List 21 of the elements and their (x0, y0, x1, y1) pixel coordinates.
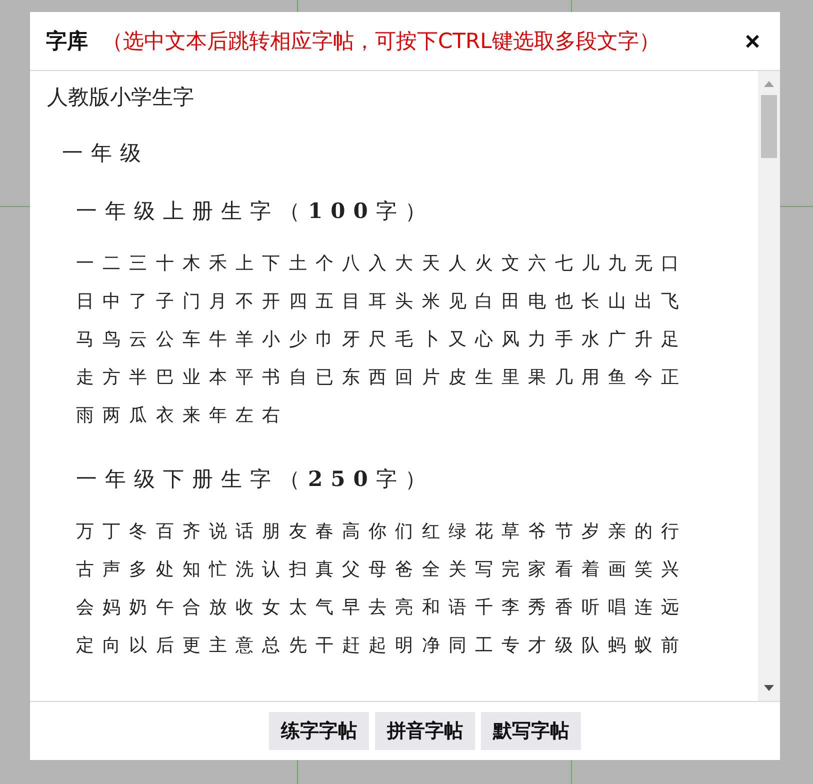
copybook-button[interactable]: 拼音字帖 (375, 712, 475, 750)
character-row[interactable]: 古声多处知忙洗认扫真父母爸全关写完家看着画笑兴 (76, 551, 758, 589)
character-row[interactable]: 一二三十木禾上下土个八入大天人火文六七儿九无口 (76, 245, 758, 283)
scrollbar-thumb[interactable] (761, 95, 777, 158)
grade-title[interactable]: 一年级 (62, 139, 758, 167)
scroll-up-icon[interactable] (764, 81, 774, 87)
dialog-hint: （选中文本后跳转相应字帖，可按下CTRL键选取多段文字） (102, 28, 661, 55)
character-row[interactable]: 走方半巴业本平书自已东西回片皮生里果几用鱼今正 (76, 359, 758, 397)
copybook-button[interactable]: 练字字帖 (269, 712, 369, 750)
character-row[interactable]: 万丁冬百齐说话朋友春高你们红绿花草爷节岁亲的行 (76, 513, 758, 551)
scroll-down-icon[interactable] (764, 685, 774, 691)
character-row[interactable]: 马鸟云公车牛羊小少巾牙尺毛卜又心风力手水广升足 (76, 321, 758, 359)
character-row[interactable]: 会妈奶午合放收女太气早去亮和语千李秀香听唱连远 (76, 589, 758, 627)
scrollbar[interactable] (758, 71, 780, 701)
character-row[interactable]: 定向以后更主意总先干赶起明净同工专才级队蚂蚁前 (76, 627, 758, 665)
copybook-button[interactable]: 默写字帖 (481, 712, 581, 750)
dialog-title: 字库 (46, 28, 88, 55)
library-title[interactable]: 人教版小学生字 (47, 83, 758, 111)
character-row[interactable]: 雨两瓜衣来年左右 (76, 397, 758, 435)
close-button[interactable]: × (740, 28, 764, 54)
character-row[interactable]: 日中了子门月不开四五目耳头米见白田电也长山出飞 (76, 283, 758, 321)
